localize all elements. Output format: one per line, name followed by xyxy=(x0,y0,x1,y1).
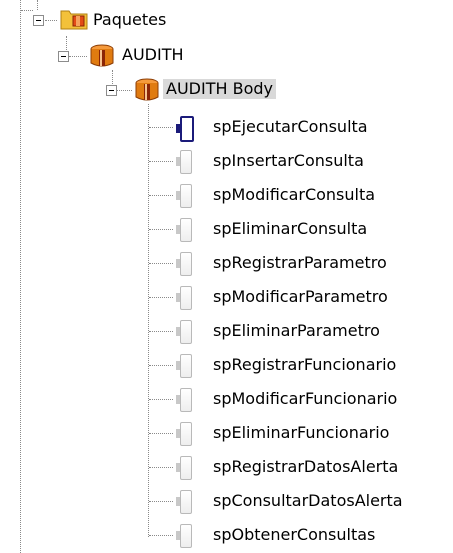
procedure-item[interactable]: spModificarFuncionario xyxy=(210,382,400,416)
node-label: Paquetes xyxy=(93,10,167,29)
package-icon xyxy=(90,44,114,67)
tree-line xyxy=(149,127,173,128)
tree-line xyxy=(149,297,173,298)
tree-node-packages[interactable]: Paquetes xyxy=(90,3,169,37)
procedure-label: spEliminarFuncionario xyxy=(213,423,390,442)
tree-line xyxy=(45,20,57,21)
procedure-label: spRegistrarFuncionario xyxy=(213,355,397,374)
procedure-icon xyxy=(176,524,192,548)
procedure-item[interactable]: spObtenerConsultas xyxy=(210,518,378,552)
procedure-icon xyxy=(176,184,192,208)
tree-line xyxy=(149,195,173,196)
tree-line xyxy=(21,10,33,11)
procedure-icon xyxy=(176,320,192,344)
tree-line xyxy=(149,229,173,230)
tree-line xyxy=(149,399,173,400)
packages-folder-icon xyxy=(60,10,88,30)
procedure-icon xyxy=(176,456,192,480)
package-tree: Paquetes AUDITH AUDITH Body spEjecutarCo… xyxy=(0,0,453,553)
procedure-icon xyxy=(176,252,192,276)
tree-line xyxy=(149,365,173,366)
tree-line xyxy=(149,501,173,502)
procedure-icon xyxy=(176,422,192,446)
procedure-icon xyxy=(176,218,192,242)
package-body-icon xyxy=(135,78,159,101)
procedure-item[interactable]: spModificarConsulta xyxy=(210,178,378,212)
tree-line xyxy=(149,535,173,536)
tree-line xyxy=(37,0,38,10)
procedure-label: spInsertarConsulta xyxy=(213,151,364,170)
procedure-label: spModificarParametro xyxy=(213,287,388,306)
tree-line xyxy=(148,104,149,537)
procedure-icon xyxy=(176,150,192,174)
procedure-item[interactable]: spInsertarConsulta xyxy=(210,144,367,178)
tree-line xyxy=(20,0,21,553)
procedure-item[interactable]: spEjecutarConsulta xyxy=(210,110,371,144)
procedure-label: spEjecutarConsulta xyxy=(213,117,368,136)
procedure-icon xyxy=(176,490,192,514)
node-label: AUDITH xyxy=(122,45,184,64)
procedure-item[interactable]: spRegistrarDatosAlerta xyxy=(210,450,401,484)
procedure-icon xyxy=(176,116,194,142)
procedure-icon xyxy=(176,286,192,310)
node-label: AUDITH Body xyxy=(163,79,276,99)
procedure-icon xyxy=(176,388,192,412)
procedure-item[interactable]: spEliminarConsulta xyxy=(210,212,370,246)
tree-line xyxy=(149,331,173,332)
tree-node-package-body[interactable]: AUDITH Body xyxy=(163,72,276,106)
procedure-label: spConsultarDatosAlerta xyxy=(213,491,403,510)
procedure-label: spModificarConsulta xyxy=(213,185,376,204)
procedure-label: spRegistrarDatosAlerta xyxy=(213,457,399,476)
procedure-label: spEliminarConsulta xyxy=(213,219,368,238)
procedure-item[interactable]: spRegistrarFuncionario xyxy=(210,348,399,382)
tree-line xyxy=(69,56,87,57)
tree-line xyxy=(116,90,132,91)
collapse-toggle[interactable] xyxy=(106,85,117,96)
collapse-toggle[interactable] xyxy=(33,15,44,26)
procedure-item[interactable]: spRegistrarParametro xyxy=(210,246,390,280)
procedure-label: spObtenerConsultas xyxy=(213,525,376,544)
tree-node-package[interactable]: AUDITH xyxy=(119,38,187,72)
procedure-label: spEliminarParametro xyxy=(213,321,380,340)
collapse-toggle[interactable] xyxy=(58,51,69,62)
procedure-icon xyxy=(176,354,192,378)
procedure-label: spModificarFuncionario xyxy=(213,389,398,408)
procedure-label: spRegistrarParametro xyxy=(213,253,387,272)
tree-line xyxy=(149,161,173,162)
procedure-item[interactable]: spModificarParametro xyxy=(210,280,391,314)
tree-line xyxy=(149,433,173,434)
tree-line xyxy=(149,263,173,264)
tree-line xyxy=(149,467,173,468)
procedure-item[interactable]: spEliminarFuncionario xyxy=(210,416,392,450)
procedure-item[interactable]: spEliminarParametro xyxy=(210,314,383,348)
procedure-item[interactable]: spConsultarDatosAlerta xyxy=(210,484,406,518)
